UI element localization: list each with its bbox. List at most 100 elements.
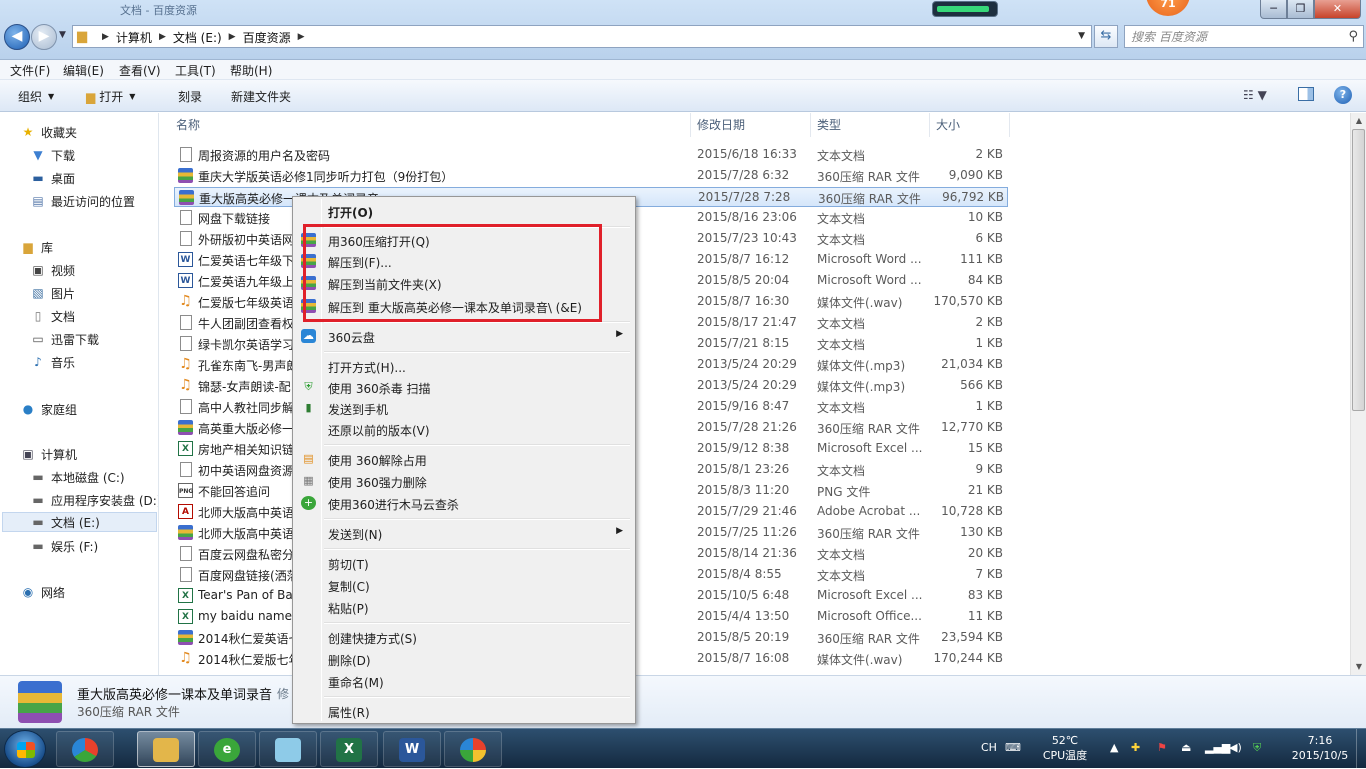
help-button[interactable]: ? [1334,86,1352,104]
address-dropdown-icon[interactable]: ▼ [1078,31,1085,41]
menu-cut[interactable]: 剪切(T) [295,553,633,573]
cpu-temperature[interactable]: 52℃ CPU温度 [1035,733,1095,763]
file-row[interactable]: 重庆大学版英语必修1同步听力打包（9份打包） 2015/7/28 6:32 360压… [174,166,1008,186]
breadcrumb-separator-icon[interactable]: ▶ [229,32,236,42]
volume-icon[interactable]: ◀) [1229,741,1242,754]
menu-rename[interactable]: 重命名(M) [295,671,633,691]
nav-music[interactable]: ♪ 音乐 [30,352,75,372]
menu-open[interactable]: 打开(O) [295,201,633,221]
column-name[interactable]: 名称 [170,113,691,137]
address-bar[interactable]: ▆ ▶ 计算机 ▶ 文档 (E:) ▶ 百度资源 ▶ ▼ [72,25,1092,48]
menu-help[interactable]: 帮助(H) [230,62,272,79]
menu-extract-to[interactable]: 解压到(F)... [295,251,633,271]
menu-send-to[interactable]: 发送到(N) ▶ [295,523,633,543]
360-guard-icon[interactable]: ✚ [1131,741,1140,754]
minimize-button[interactable]: ─ [1260,0,1287,19]
nav-downloads[interactable]: ▼ 下载 [30,145,75,165]
preview-pane-button[interactable] [1298,87,1314,101]
taskbar-app-1[interactable] [56,731,114,767]
nav-pictures[interactable]: ▧ 图片 [30,283,75,303]
scroll-up-icon[interactable]: ▲ [1351,113,1366,129]
nav-drive-d[interactable]: ▬ 应用程序安装盘 (D:) [30,490,158,510]
network-signal-icon[interactable]: ▂▄▆ [1205,741,1230,754]
nav-videos[interactable]: ▣ 视频 [30,260,75,280]
menu-file[interactable]: 文件(F) [10,62,50,79]
notification-balloon[interactable]: 71 [1146,0,1190,16]
usb-icon[interactable]: ⏏ [1181,741,1191,754]
nav-documents[interactable]: ▯ 文档 [30,306,75,326]
menu-send-to-phone[interactable]: ▮ 发送到手机 [295,398,633,418]
menu-360-cloud[interactable]: ☁ 360云盘 ▶ [295,326,633,346]
nav-drive-e[interactable]: ▬ 文档 (E:) [2,512,157,532]
search-box[interactable]: ⚲ [1124,25,1364,48]
burn-button[interactable]: 刻录 [178,88,202,105]
menu-360-unlock[interactable]: ▤ 使用 360解除占用 [295,449,633,469]
scroll-down-icon[interactable]: ▼ [1351,659,1366,675]
breadcrumb-computer[interactable]: 计算机 [116,29,152,46]
column-type[interactable]: 类型 [811,113,930,137]
back-button[interactable]: ◀ [4,24,30,50]
menu-extract-here[interactable]: 解压到当前文件夹(X) [295,273,633,293]
menu-360-trojan-scan[interactable]: + 使用360进行木马云查杀 [295,493,633,513]
view-options-button[interactable]: ☷ ▼ [1243,88,1267,102]
nav-libraries[interactable]: ▆ 库 [20,237,53,257]
column-size[interactable]: 大小 [930,113,1010,137]
keyboard-icon[interactable]: ⌨ [1005,741,1021,754]
nav-drive-c[interactable]: ▬ 本地磁盘 (C:) [30,467,124,487]
menu-create-shortcut[interactable]: 创建快捷方式(S) [295,627,633,647]
start-button[interactable] [4,730,46,768]
nav-thunder-downloads[interactable]: ▭ 迅雷下载 [30,329,99,349]
nav-computer[interactable]: ▣ 计算机 [20,444,77,464]
nav-recent-places[interactable]: ▤ 最近访问的位置 [30,191,135,211]
menu-extract-named-folder[interactable]: 解压到 重大版高英必修一课本及单词录音\ (&E) [295,296,633,316]
menu-delete[interactable]: 删除(D) [295,649,633,669]
taskbar-paint[interactable] [444,731,502,767]
menu-tools[interactable]: 工具(T) [175,62,216,79]
nav-drive-f[interactable]: ▬ 娱乐 (F:) [30,536,98,556]
menu-restore-previous[interactable]: 还原以前的版本(V) [295,419,633,439]
maximize-button[interactable]: ❐ [1287,0,1314,19]
flag-icon[interactable]: ⚑ [1157,741,1167,754]
breadcrumb-separator-icon[interactable]: ▶ [298,32,305,42]
taskbar-explorer[interactable] [137,731,195,767]
show-hidden-icons-icon[interactable]: ▲ [1110,741,1118,754]
forward-button[interactable]: ▶ [31,24,57,50]
clock[interactable]: 7:16 2015/10/5 [1275,733,1365,763]
taskbar-360-browser[interactable]: e [198,731,256,767]
nav-favorites[interactable]: ★ 收藏夹 [20,122,77,142]
recent-pages-dropdown[interactable]: ▼ [59,30,66,40]
taskbar-excel[interactable]: X [320,731,378,767]
menu-properties[interactable]: 属性(R) [295,701,633,721]
language-indicator[interactable]: CH [981,741,997,754]
taskbar-app-4[interactable] [259,731,317,767]
new-folder-button[interactable]: 新建文件夹 [231,88,291,105]
menu-open-with[interactable]: 打开方式(H)... [295,356,633,376]
organize-button[interactable]: 组织 ▼ [18,88,54,105]
breadcrumb-baidu-resources[interactable]: 百度资源 [243,29,291,46]
search-icon[interactable]: ⚲ [1348,29,1358,44]
show-desktop-button[interactable] [1356,729,1366,769]
menu-paste[interactable]: 粘贴(P) [295,597,633,617]
menu-copy[interactable]: 复制(C) [295,575,633,595]
menu-edit[interactable]: 编辑(E) [63,62,104,79]
menu-360-antivirus-scan[interactable]: ⛨ 使用 360杀毒 扫描 [295,377,633,397]
nav-homegroup[interactable]: ● 家庭组 [20,399,77,419]
search-input[interactable] [1129,28,1329,45]
breadcrumb-separator-icon[interactable]: ▶ [159,32,166,42]
shield-icon[interactable]: ⛨ [1253,741,1261,755]
menu-view[interactable]: 查看(V) [119,62,161,79]
open-button[interactable]: ▆ 打开 ▼ [86,88,135,105]
nav-desktop[interactable]: ▬ 桌面 [30,168,75,188]
refresh-button[interactable]: ⇆ [1094,25,1118,48]
nav-network[interactable]: ◉ 网络 [20,582,65,602]
file-row[interactable]: 周报资源的用户名及密码 2015/6/18 16:33 文本文档 2 KB [174,145,1008,165]
vertical-scrollbar[interactable]: ▲ ▼ [1350,113,1366,675]
menu-open-with-360zip[interactable]: 用360压缩打开(Q) [295,230,633,250]
breadcrumb-separator-icon[interactable]: ▶ [102,32,109,42]
taskbar-word[interactable]: W [383,731,441,767]
column-date[interactable]: 修改日期 [691,113,811,137]
scroll-thumb[interactable] [1352,129,1365,411]
menu-360-force-delete[interactable]: ▦ 使用 360强力删除 [295,471,633,491]
breadcrumb-drive-e[interactable]: 文档 (E:) [173,29,222,46]
close-button[interactable]: ✕ [1314,0,1361,19]
